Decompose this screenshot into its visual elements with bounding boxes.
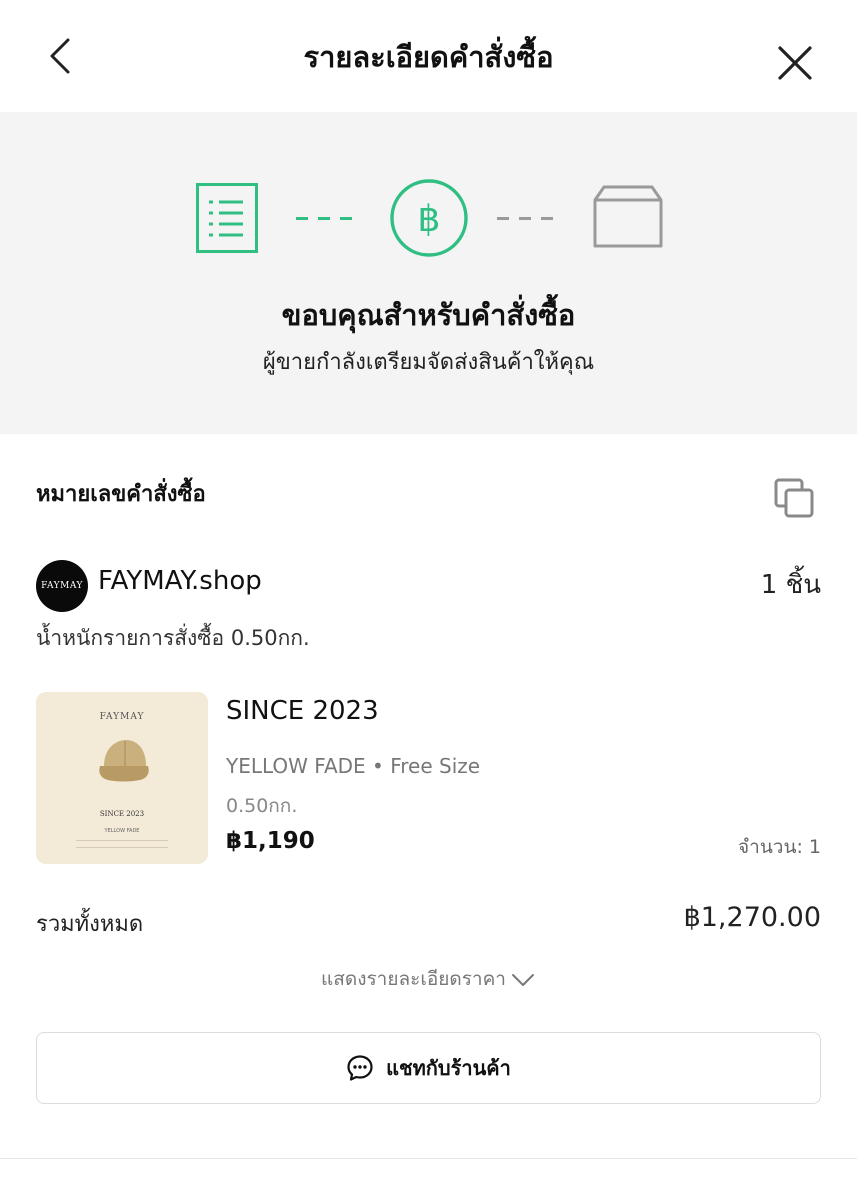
product-image-title: SINCE 2023 xyxy=(99,810,145,818)
shop-avatar-text: FAYMAY xyxy=(41,581,83,591)
product-variant: YELLOW FADE • Free Size xyxy=(226,754,481,778)
product-quantity: จำนวน: 1 xyxy=(738,836,821,858)
total-value: ฿1,270.00 xyxy=(683,902,821,933)
svg-text:฿: ฿ xyxy=(418,199,441,240)
product-weight: 0.50กก. xyxy=(226,795,298,817)
shop-name[interactable]: FAYMAY.shop xyxy=(98,566,262,596)
copy-icon[interactable] xyxy=(772,476,816,520)
progress-connector-pending xyxy=(497,217,555,220)
chat-with-shop-label: แชทกับร้านค้า xyxy=(386,1056,511,1080)
baht-coin-icon: ฿ xyxy=(390,179,468,257)
price-details-label: แสดงรายละเอียดราคา xyxy=(321,968,506,990)
close-icon[interactable] xyxy=(772,40,818,86)
chat-with-shop-button[interactable]: แชทกับร้านค้า xyxy=(36,1032,821,1104)
top-bar: รายละเอียดคำสั่งซื้อ xyxy=(0,0,857,112)
order-weight: น้ำหนักรายการสั่งซื้อ 0.50กก. xyxy=(36,626,310,650)
product-name[interactable]: SINCE 2023 xyxy=(226,696,379,726)
divider xyxy=(0,1158,857,1159)
shop-avatar[interactable]: FAYMAY xyxy=(36,560,88,612)
total-label: รวมทั้งหมด xyxy=(36,912,144,937)
item-count: 1 ชิ้น xyxy=(760,570,821,600)
thank-you-heading: ขอบคุณสำหรับคำสั่งซื้อ xyxy=(281,298,576,332)
order-status-banner: ฿ ขอบคุณสำหรับคำสั่งซื้อ ผู้ขายกำลังเตรี… xyxy=(0,112,857,434)
product-image-brand: FAYMAY xyxy=(99,712,145,722)
cap-icon xyxy=(99,740,149,782)
page-title: รายละเอียดคำสั่งซื้อ xyxy=(303,40,554,74)
product-thumbnail[interactable]: FAYMAY SINCE 2023 YELLOW FADE xyxy=(36,692,208,864)
package-box-icon xyxy=(593,185,663,248)
chevron-down-icon xyxy=(511,973,534,986)
product-image-variant: YELLOW FADE xyxy=(104,828,140,834)
order-number-label: หมายเลขคำสั่งซื้อ xyxy=(36,482,206,507)
chat-bubble-icon xyxy=(347,1055,373,1081)
product-image-fineprint xyxy=(76,840,168,848)
price-details-toggle[interactable]: แสดงรายละเอียดราคา xyxy=(0,964,857,994)
order-list-icon xyxy=(196,183,258,253)
progress-connector-done xyxy=(296,217,354,220)
thank-you-subheading: ผู้ขายกำลังเตรียมจัดส่งสินค้าให้คุณ xyxy=(262,350,595,375)
product-price: ฿1,190 xyxy=(226,828,315,854)
